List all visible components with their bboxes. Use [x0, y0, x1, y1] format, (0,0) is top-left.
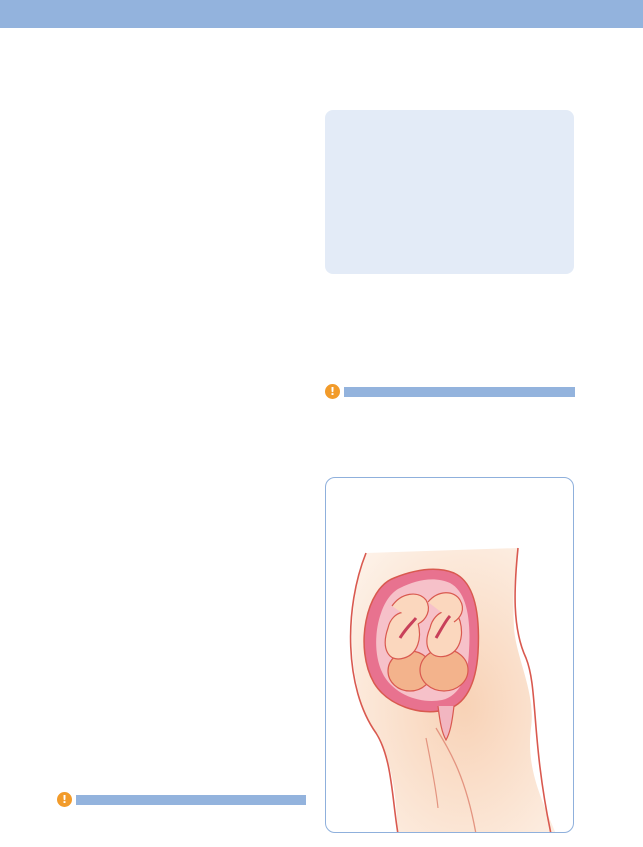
figure-frame [325, 477, 574, 833]
exclamation-icon: ! [325, 384, 340, 399]
exclamation-icon: ! [57, 792, 72, 807]
info-box [325, 110, 574, 274]
note-heading-bar [344, 387, 575, 397]
twins-illustration [349, 547, 556, 832]
note-heading-bar [76, 795, 306, 805]
header-band [0, 0, 643, 28]
